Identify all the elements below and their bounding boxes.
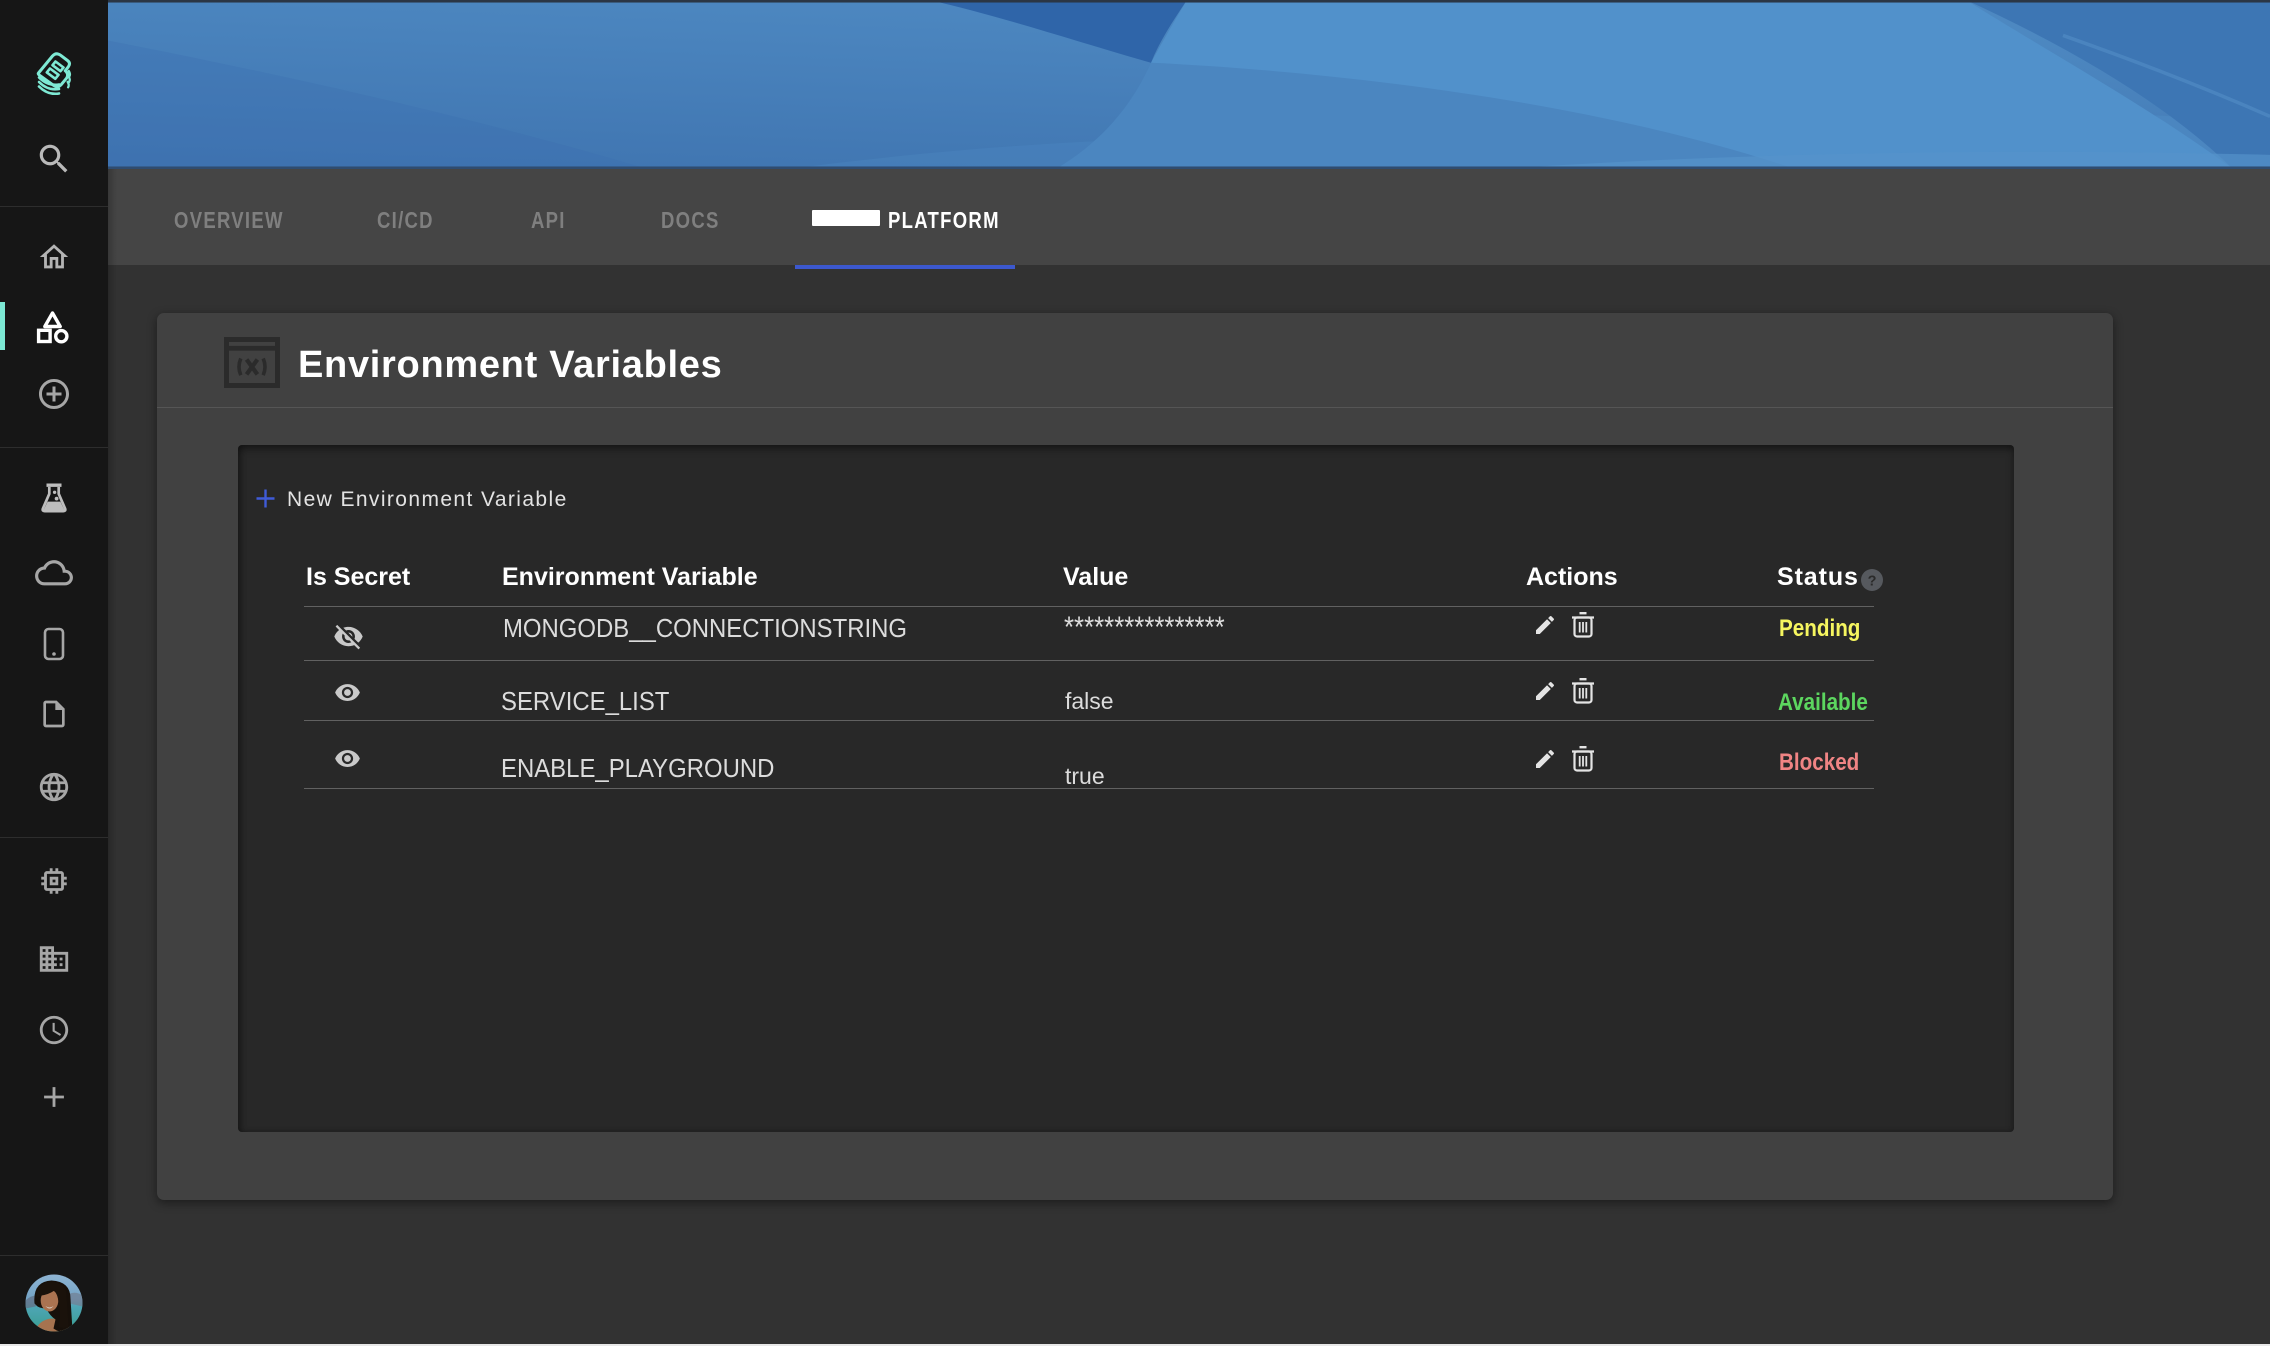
svg-text:?: ? [1868, 573, 1877, 589]
